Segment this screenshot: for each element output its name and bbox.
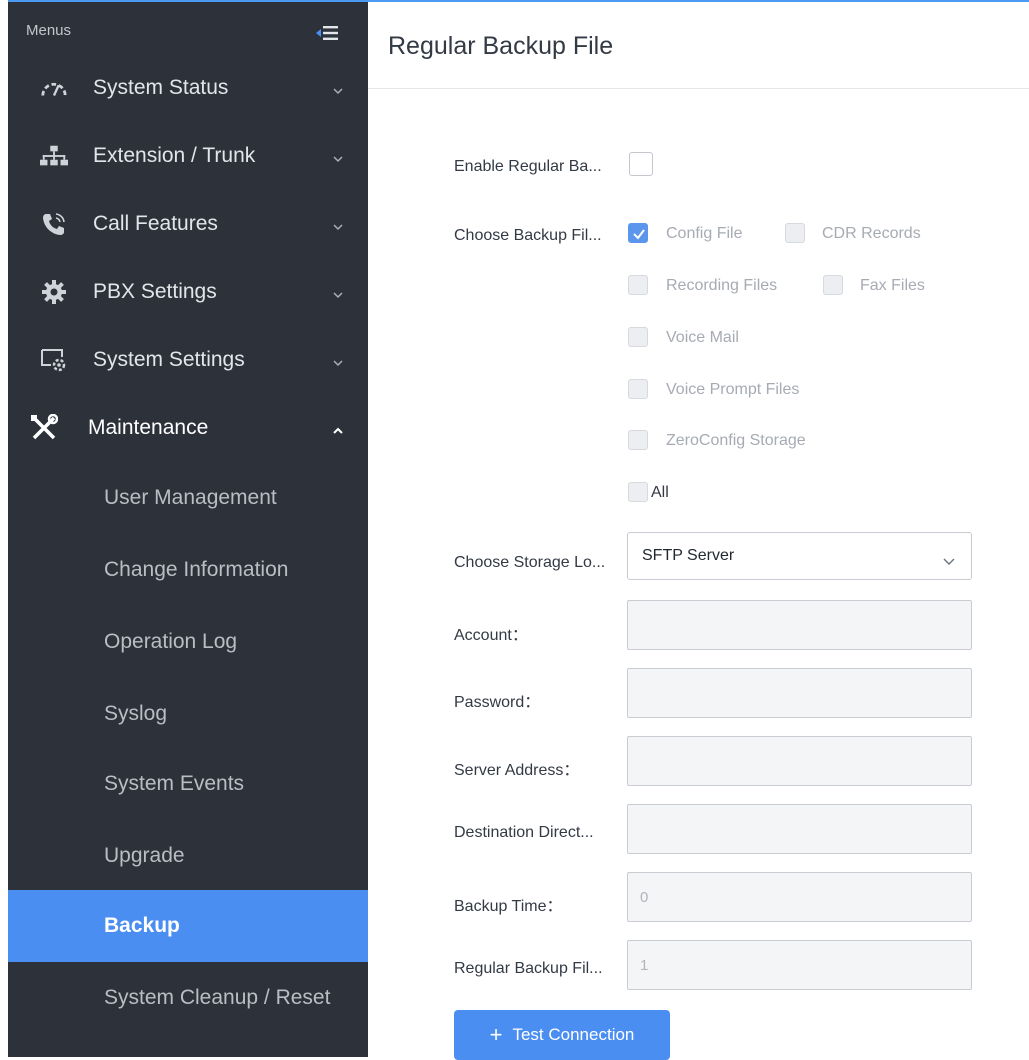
phone-icon: [40, 210, 68, 238]
checkmark-icon: [633, 229, 645, 240]
storage-location-select[interactable]: SFTP Server: [627, 532, 972, 580]
cdr-records-checkbox[interactable]: [785, 223, 805, 243]
sidebar: Menus System Status Extension / Trunk Ca…: [8, 2, 368, 1057]
backup-time-label: Backup Time：: [454, 898, 563, 915]
all-files-label: All: [651, 484, 669, 501]
sidebar-item-call-features[interactable]: Call Features: [8, 190, 368, 258]
voice-mail-label: Voice Mail: [666, 329, 739, 346]
zeroconfig-storage-checkbox[interactable]: [628, 430, 648, 450]
chevron-down-icon: [332, 83, 344, 95]
config-file-checkbox[interactable]: [628, 223, 648, 243]
fax-files-checkbox[interactable]: [823, 275, 843, 295]
chevron-down-icon: [332, 219, 344, 231]
recording-files-checkbox[interactable]: [628, 275, 648, 295]
sidebar-subitem-change-information[interactable]: Change Information: [8, 534, 368, 606]
sidebar-subitem-label: User Management: [104, 486, 277, 509]
regular-backup-files-input[interactable]: [627, 940, 972, 990]
sidebar-subitem-backup[interactable]: Backup: [8, 890, 368, 962]
sidebar-subitem-system-events[interactable]: System Events: [8, 748, 368, 820]
gauge-icon: [40, 74, 68, 102]
sidebar-item-pbx-settings[interactable]: PBX Settings: [8, 258, 368, 326]
plus-icon: +: [489, 1022, 503, 1047]
chevron-down-icon: [332, 355, 344, 367]
password-input[interactable]: [627, 668, 972, 718]
chevron-up-icon: [332, 423, 344, 434]
gear-icon: [40, 278, 68, 306]
chevron-down-icon: [332, 287, 344, 299]
sidebar-subitem-label: Upgrade: [104, 844, 185, 867]
sidebar-subitem-label: Syslog: [104, 702, 168, 725]
sidebar-subitem-syslog[interactable]: Syslog: [8, 678, 368, 750]
regular-backup-files-label: Regular Backup Fil...: [454, 960, 603, 977]
title-divider: [368, 88, 1029, 89]
sidebar-subitem-label: System Events: [104, 772, 245, 795]
sidebar-item-maintenance[interactable]: Maintenance: [8, 394, 368, 462]
all-files-checkbox[interactable]: [628, 482, 648, 502]
backup-time-input[interactable]: [627, 872, 972, 922]
server-address-label: Server Address：: [454, 762, 580, 779]
menus-label: Menus: [26, 22, 72, 39]
sidebar-item-label: System Status: [93, 76, 229, 99]
sidebar-item-system-settings[interactable]: System Settings: [8, 326, 368, 394]
tools-icon: [30, 414, 58, 442]
server-address-input[interactable]: [627, 736, 972, 786]
collapse-menu-icon[interactable]: [316, 24, 338, 42]
enable-regular-backup-label: Enable Regular Ba...: [454, 158, 602, 175]
sidebar-item-label: Maintenance: [88, 416, 209, 439]
storage-location-value: SFTP Server: [642, 547, 735, 564]
monitor-gear-icon: [40, 346, 68, 374]
test-connection-label: Test Connection: [512, 1025, 635, 1044]
page-edge: [0, 0, 8, 1057]
page-title: Regular Backup File: [388, 32, 614, 60]
sidebar-subitem-system-cleanup-reset[interactable]: System Cleanup / Reset: [8, 962, 368, 1034]
sidebar-item-extension-trunk[interactable]: Extension / Trunk: [8, 122, 368, 190]
sidebar-subitem-label: Operation Log: [104, 630, 238, 653]
config-file-label: Config File: [666, 225, 743, 242]
destination-directory-label: Destination Direct...: [454, 824, 594, 841]
password-label: Password：: [454, 694, 541, 711]
sidebar-subitem-operation-log[interactable]: Operation Log: [8, 606, 368, 678]
choose-backup-files-label: Choose Backup Fil...: [454, 227, 602, 244]
destination-directory-input[interactable]: [627, 804, 972, 854]
recording-files-label: Recording Files: [666, 277, 778, 294]
cdr-records-label: CDR Records: [822, 225, 921, 242]
voice-prompt-files-checkbox[interactable]: [628, 379, 648, 399]
chevron-down-icon: [332, 151, 344, 163]
sidebar-subitem-upgrade[interactable]: Upgrade: [8, 820, 368, 892]
sidebar-subitem-label: Backup: [104, 914, 180, 937]
sidebar-item-system-status[interactable]: System Status: [8, 54, 368, 122]
voice-mail-checkbox[interactable]: [628, 327, 648, 347]
fax-files-label: Fax Files: [860, 277, 925, 294]
sidebar-item-label: PBX Settings: [93, 280, 217, 303]
sidebar-subitem-label: System Cleanup / Reset: [104, 986, 331, 1009]
sidebar-item-label: System Settings: [93, 348, 245, 371]
sidebar-subitem-user-management[interactable]: User Management: [8, 462, 368, 534]
zeroconfig-storage-label: ZeroConfig Storage: [666, 432, 806, 449]
main-content: Regular Backup File Enable Regular Ba...…: [368, 2, 1029, 1060]
network-icon: [40, 142, 68, 170]
chevron-down-icon: [943, 553, 955, 565]
enable-regular-backup-checkbox[interactable]: [629, 152, 653, 176]
sidebar-subitem-label: Change Information: [104, 558, 289, 581]
voice-prompt-files-label: Voice Prompt Files: [666, 381, 800, 398]
test-connection-button[interactable]: + Test Connection: [454, 1010, 670, 1060]
sidebar-item-label: Call Features: [93, 212, 218, 235]
account-input[interactable]: [627, 600, 972, 650]
sidebar-item-label: Extension / Trunk: [93, 144, 256, 167]
account-label: Account：: [454, 627, 528, 644]
storage-location-label: Choose Storage Lo...: [454, 554, 606, 571]
